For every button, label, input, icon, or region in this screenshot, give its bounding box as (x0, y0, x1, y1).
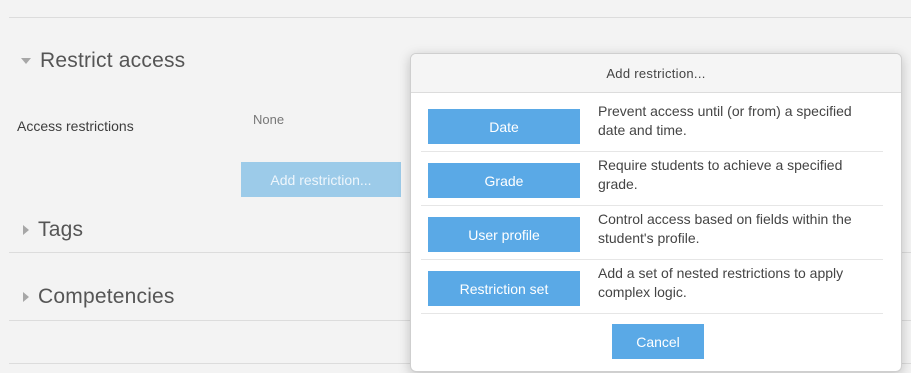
caret-down-icon (21, 58, 31, 64)
restriction-set-description: Add a set of nested restrictions to appl… (598, 265, 844, 300)
grade-description: Require students to achieve a specified … (598, 157, 843, 192)
restriction-option-date: Date Prevent access until (or from) a sp… (421, 98, 883, 152)
user-profile-button[interactable]: User profile (428, 217, 580, 252)
tags-title: Tags (38, 218, 84, 241)
cancel-button[interactable]: Cancel (612, 324, 704, 359)
tags-header[interactable]: Tags (21, 218, 83, 242)
restrict-access-title: Restrict access (40, 49, 186, 72)
restriction-option-grade: Grade Require students to achieve a spec… (421, 152, 883, 206)
divider (9, 17, 911, 18)
restriction-option-restriction-set: Restriction set Add a set of nested rest… (421, 260, 883, 314)
restriction-option-user-profile: User profile Control access based on fie… (421, 206, 883, 260)
competencies-header[interactable]: Competencies (21, 285, 175, 309)
restriction-set-button[interactable]: Restriction set (428, 271, 580, 306)
date-button[interactable]: Date (428, 109, 580, 144)
caret-right-icon (23, 292, 29, 302)
dialog-title: Add restriction... (411, 54, 901, 93)
access-restrictions-value: None (253, 112, 285, 127)
competencies-title: Competencies (38, 285, 175, 308)
restrict-access-header[interactable]: Restrict access (21, 49, 185, 73)
add-restriction-button[interactable]: Add restriction... (241, 162, 401, 197)
access-restrictions-label: Access restrictions (17, 118, 134, 134)
grade-button[interactable]: Grade (428, 163, 580, 198)
date-description: Prevent access until (or from) a specifi… (598, 103, 852, 138)
caret-right-icon (23, 225, 29, 235)
add-restriction-dialog: Add restriction... Date Prevent access u… (410, 53, 902, 372)
user-profile-description: Control access based on fields within th… (598, 211, 852, 246)
